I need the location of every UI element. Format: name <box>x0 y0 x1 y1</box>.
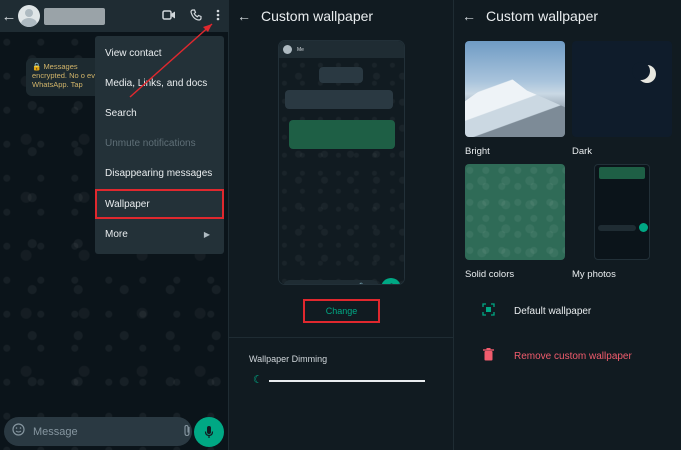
mountain-image <box>465 77 565 137</box>
change-wallpaper-button[interactable]: Change <box>303 299 380 323</box>
my-photos-tile[interactable] <box>594 164 650 260</box>
preview-emoji-icon: ☺ <box>288 284 295 285</box>
menu-item-disappearing-messages[interactable]: Disappearing messages <box>95 159 224 189</box>
trash-icon <box>480 348 496 364</box>
back-arrow-icon[interactable]: ← <box>229 8 259 24</box>
menu-item-wallpaper[interactable]: Wallpaper <box>95 188 224 220</box>
remove-custom-wallpaper-label: Remove custom wallpaper <box>514 350 632 362</box>
menu-item-unmute-notifications: Unmute notifications <box>105 138 196 150</box>
divider <box>229 337 453 338</box>
moon-image <box>632 62 656 83</box>
menu-item-more[interactable]: More ▶ <box>95 219 224 249</box>
preview-attach-camera-icon: 📎◉ <box>359 283 374 284</box>
wallpaper-dimming-slider[interactable] <box>269 380 425 382</box>
preview-date-bubble <box>319 67 363 83</box>
picker-header: ← Custom wallpaper <box>454 0 681 32</box>
message-input[interactable] <box>33 425 175 438</box>
default-wallpaper-icon <box>480 303 496 319</box>
back-arrow-icon[interactable]: ← <box>454 8 484 24</box>
wallpaper-dimming-label: Wallpaper Dimming <box>249 354 328 364</box>
thumb-mic <box>639 223 648 232</box>
mic-icon <box>204 426 214 438</box>
attach-icon[interactable] <box>183 424 191 440</box>
dark-label: Dark <box>572 146 593 157</box>
my-photos-label: My photos <box>572 269 616 280</box>
page-title: Custom wallpaper <box>261 8 374 24</box>
mic-button[interactable] <box>194 417 224 447</box>
thumb-input <box>598 225 636 231</box>
wallpaper-preview-phone: Me ☺ 📎◉ <box>278 40 405 285</box>
preview-avatar <box>283 45 292 54</box>
moon-icon: ☾ <box>253 374 263 386</box>
chat-panel: ← 🔒 Messages encrypted. No o even WhatsA… <box>0 0 228 450</box>
page-title: Custom wallpaper <box>486 8 599 24</box>
preview-outgoing-bubble <box>289 120 395 149</box>
preview-chat-header: Me <box>279 41 404 58</box>
message-input-bar <box>4 417 212 446</box>
preview-incoming-bubble <box>285 90 393 109</box>
change-label: Change <box>325 306 358 316</box>
dark-wallpaper-tile[interactable] <box>572 41 672 137</box>
preview-wallpaper: ☺ 📎◉ <box>279 58 404 285</box>
preview-input-bar: ☺ 📎◉ <box>283 280 379 285</box>
solid-colors-label: Solid colors <box>465 269 515 280</box>
preview-mic-icon <box>381 278 401 284</box>
solid-colors-tile[interactable] <box>465 164 565 260</box>
preview-contact-name: Me <box>297 46 304 53</box>
wallpaper-picker-panel: ← Custom wallpaper Bright Dark Solid col… <box>453 0 681 450</box>
default-wallpaper-option[interactable]: Default wallpaper <box>480 303 591 319</box>
bright-label: Bright <box>465 146 490 157</box>
emoji-icon[interactable] <box>12 422 25 441</box>
preview-header: ← Custom wallpaper <box>229 0 453 32</box>
bright-wallpaper-tile[interactable] <box>465 41 565 137</box>
thumb-bubble <box>599 167 645 179</box>
remove-custom-wallpaper-option[interactable]: Remove custom wallpaper <box>480 348 632 364</box>
default-wallpaper-label: Default wallpaper <box>514 305 592 317</box>
annotation-arrow <box>129 23 213 98</box>
wallpaper-preview-panel: ← Custom wallpaper Me ☺ 📎◉ Change Wallpa… <box>228 0 453 450</box>
submenu-caret-icon: ▶ <box>203 229 210 239</box>
